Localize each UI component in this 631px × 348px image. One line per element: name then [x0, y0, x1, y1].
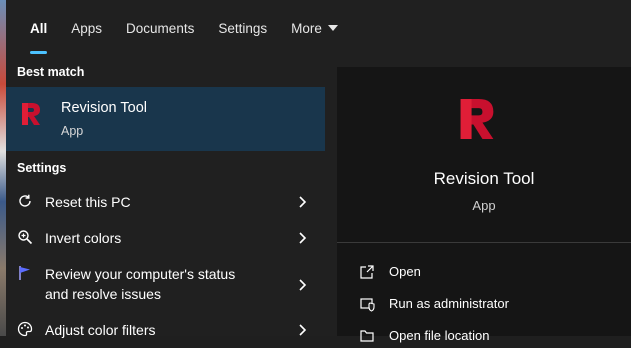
preview-app-name: Revision Tool — [433, 169, 535, 188]
best-match-name: Revision Tool — [61, 100, 147, 116]
setting-invert-colors[interactable]: Invert colors — [6, 225, 325, 251]
tab-label: Settings — [218, 21, 268, 36]
setting-reset-this-pc[interactable]: Reset this PC — [6, 189, 325, 215]
open-icon — [360, 265, 374, 279]
setting-label: Reset this PC — [45, 194, 131, 210]
tab-apps[interactable]: Apps — [59, 0, 114, 56]
tab-settings[interactable]: Settings — [206, 0, 279, 56]
chevron-down-icon — [327, 25, 338, 32]
flag-icon — [19, 266, 30, 280]
tab-label: Documents — [126, 21, 195, 36]
setting-label: Adjust color filters — [45, 322, 156, 338]
best-match-heading: Best match — [17, 65, 85, 79]
chevron-right-icon — [299, 324, 307, 336]
setting-adjust-color-filters[interactable]: Adjust color filters — [6, 317, 325, 343]
setting-label: Review your computer's status — [45, 266, 236, 282]
tab-all[interactable]: All — [18, 0, 59, 56]
preview-divider — [337, 242, 631, 243]
setting-label-line2: and resolve issues — [45, 286, 161, 302]
sync-icon — [19, 194, 31, 207]
tab-documents[interactable]: Documents — [114, 0, 206, 56]
result-preview-pane: Revision Tool App Open Run as administra… — [337, 67, 631, 343]
action-label: Open — [389, 264, 421, 279]
magnifier-icon — [18, 230, 33, 245]
setting-review-computer-status[interactable]: Review your computer's status and resolv… — [6, 262, 325, 308]
settings-heading: Settings — [17, 161, 67, 175]
revision-tool-logo-icon — [460, 99, 494, 139]
search-panel: All Apps Documents Settings More Best ma… — [6, 0, 631, 343]
chevron-right-icon — [299, 232, 307, 244]
setting-label: Invert colors — [45, 230, 122, 246]
best-match-result[interactable]: Revision Tool App — [6, 87, 325, 151]
preview-app-type: App — [472, 198, 496, 213]
chevron-right-icon — [299, 279, 307, 291]
chevron-right-icon — [299, 196, 307, 208]
folder-icon — [360, 330, 374, 342]
revision-tool-logo-icon — [22, 103, 40, 125]
results-list: Best match Revision Tool App Settings Re… — [6, 56, 325, 338]
tab-label: Apps — [71, 21, 103, 36]
tab-label: More — [291, 21, 322, 36]
action-label: Run as administrator — [389, 296, 509, 311]
shield-icon — [360, 298, 375, 312]
search-filter-tabs: All Apps Documents Settings More — [6, 0, 631, 56]
tab-more[interactable]: More — [279, 0, 350, 56]
palette-icon — [17, 321, 33, 337]
best-match-type: App — [61, 124, 84, 138]
tab-label: All — [30, 21, 48, 36]
